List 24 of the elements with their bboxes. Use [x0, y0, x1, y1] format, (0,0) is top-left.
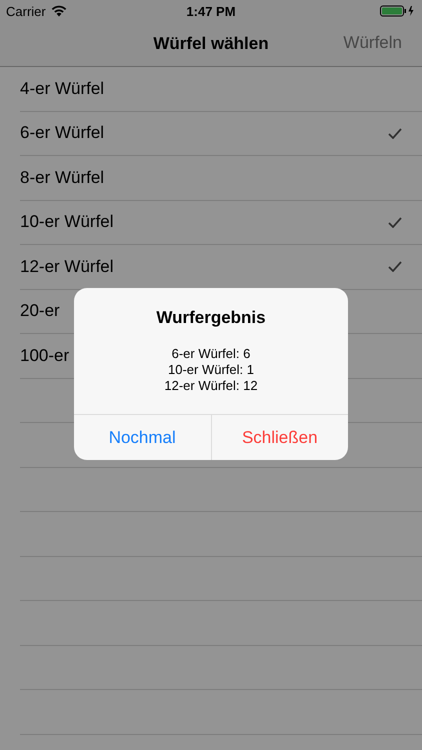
checkmark-icon	[388, 128, 402, 139]
dice-row[interactable]: 6-er Würfel	[20, 112, 422, 156]
dice-label: 100-er	[20, 346, 70, 366]
alert-button[interactable]: Nochmal	[74, 415, 210, 460]
dice-label: 4-er Würfel	[20, 78, 104, 99]
dice-label: 10-er Würfel	[20, 212, 114, 232]
alert-title: Wurfergebnis	[156, 308, 266, 328]
dice-row[interactable]: 10-er Würfel	[20, 200, 422, 245]
dice-row[interactable]: 4-er Würfel	[20, 67, 422, 112]
checkmark-icon	[388, 216, 402, 228]
battery-charging-icon	[380, 5, 416, 17]
result-line: 12-er Würfel: 12	[164, 378, 258, 394]
dice-label: 12-er Würfel	[20, 256, 114, 277]
dice-label: 6-er Würfel	[20, 123, 104, 144]
checkmark-icon	[388, 261, 402, 272]
status-time: 1:47 PM	[186, 4, 236, 18]
carrier-label: Carrier	[6, 4, 46, 18]
nav-title: Würfel wählen	[153, 34, 269, 54]
result-line: 6-er Würfel: 6	[172, 346, 250, 362]
wifi-icon	[50, 5, 67, 17]
dice-row[interactable]: 8-er Würfel	[20, 156, 422, 200]
dice-label: 20-er	[20, 301, 60, 322]
result-line: 10-er Würfel: 1	[168, 362, 254, 378]
dice-label: 8-er Würfel	[20, 168, 104, 188]
